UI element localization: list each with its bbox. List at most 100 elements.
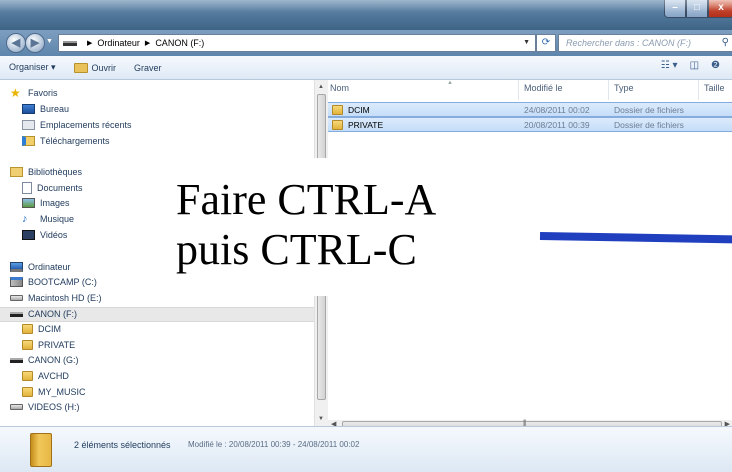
- nav-folder-avchd[interactable]: AVCHD: [22, 371, 69, 381]
- burn-button[interactable]: Graver: [125, 63, 171, 73]
- details-pane: 2 éléments sélectionnés Modifié le : 20/…: [0, 426, 732, 472]
- command-bar: Organiser ▾ Ouvrir Graver ☷ ▾ ◫ ❷: [0, 56, 732, 80]
- refresh-button[interactable]: ⟳: [536, 34, 556, 52]
- computer-icon: [10, 262, 23, 272]
- nav-label: BOOTCAMP (C:): [28, 277, 97, 287]
- breadcrumb-separator-icon: ▶: [144, 40, 151, 47]
- folder-icon: [22, 324, 33, 334]
- sort-ascending-icon: ▲: [447, 80, 453, 86]
- documents-icon: [22, 182, 32, 194]
- back-button[interactable]: ◀: [6, 33, 26, 53]
- star-icon: ★: [10, 86, 21, 100]
- address-bar[interactable]: ▶ Ordinateur ▶ CANON (F:) ▼: [58, 34, 536, 52]
- minimize-button[interactable]: –: [664, 0, 686, 18]
- modified-date: 24/08/2011 00:02: [524, 105, 590, 115]
- nav-libraries[interactable]: Bibliothèques: [10, 167, 82, 177]
- column-divider[interactable]: [698, 80, 699, 100]
- nav-videos[interactable]: Vidéos: [22, 230, 67, 240]
- file-name-cell: PRIVATE: [332, 120, 383, 130]
- column-header-type[interactable]: Type: [614, 83, 634, 93]
- column-divider[interactable]: [518, 80, 519, 100]
- videos-icon: [22, 230, 35, 240]
- file-name-cell: DCIM: [332, 105, 370, 115]
- organize-button[interactable]: Organiser ▾: [0, 62, 65, 73]
- search-icon[interactable]: ⚲: [722, 35, 729, 51]
- libraries-icon: [10, 167, 23, 177]
- column-header-modified[interactable]: Modifié le: [524, 83, 563, 93]
- address-dropdown-icon[interactable]: ▼: [523, 39, 530, 46]
- nav-favorites[interactable]: ★ Favoris: [10, 86, 58, 100]
- nav-label: MY_MUSIC: [38, 387, 86, 397]
- desktop-icon: [22, 104, 35, 114]
- modified-range: Modifié le : 20/08/2011 00:39 - 24/08/20…: [188, 440, 360, 449]
- title-bar: – □ x: [0, 0, 732, 30]
- open-label: Ouvrir: [91, 62, 117, 73]
- nav-label: AVCHD: [38, 371, 69, 381]
- instruction-line-1: Faire CTRL-A: [176, 175, 437, 224]
- column-header-name[interactable]: Nom: [330, 83, 349, 93]
- nav-drive-canon-g[interactable]: CANON (G:): [10, 355, 79, 365]
- scroll-down-icon[interactable]: ▼: [318, 416, 324, 422]
- nav-folder-dcim[interactable]: DCIM: [22, 324, 61, 334]
- drive-icon: [10, 277, 23, 287]
- modified-date: 20/08/2011 00:39: [524, 120, 590, 130]
- nav-drive-canon-f[interactable]: CANON (F:): [10, 309, 77, 319]
- view-options-icon[interactable]: ☷ ▾: [661, 60, 678, 71]
- nav-label: CANON (F:): [28, 309, 77, 319]
- scroll-up-icon[interactable]: ▲: [318, 84, 324, 90]
- nav-desktop[interactable]: Bureau: [22, 104, 69, 114]
- table-row[interactable]: PRIVATE 20/08/2011 00:39 Dossier de fich…: [328, 117, 732, 132]
- preview-pane-icon[interactable]: ◫: [690, 60, 699, 71]
- breadcrumb-item-computer[interactable]: Ordinateur: [97, 38, 140, 48]
- nav-label: Favoris: [28, 88, 58, 98]
- nav-drive-videos-h[interactable]: VIDEOS (H:): [10, 402, 80, 412]
- selection-count: 2 éléments sélectionnés: [74, 440, 171, 450]
- nav-label: CANON (G:): [28, 355, 79, 365]
- nav-documents[interactable]: Documents: [22, 182, 83, 194]
- downloads-icon: [22, 136, 35, 146]
- folder-icon: [22, 340, 33, 350]
- nav-recent-places[interactable]: Emplacements récents: [22, 120, 132, 130]
- folder-icon: [332, 120, 343, 130]
- memory-card-icon: [10, 311, 23, 317]
- breadcrumb-separator-icon: ▶: [87, 40, 93, 47]
- pictures-icon: [22, 198, 35, 208]
- nav-drive-macintosh[interactable]: Macintosh HD (E:): [10, 293, 102, 303]
- nav-folder-my-music[interactable]: MY_MUSIC: [22, 387, 86, 397]
- table-row[interactable]: DCIM 24/08/2011 00:02 Dossier de fichier…: [328, 102, 732, 117]
- maximize-button[interactable]: □: [686, 0, 708, 18]
- nav-music[interactable]: ♪ Musique: [22, 214, 75, 225]
- file-name: DCIM: [348, 105, 370, 115]
- drive-icon: [63, 40, 77, 46]
- nav-downloads[interactable]: Téléchargements: [22, 136, 110, 146]
- nav-folder-private[interactable]: PRIVATE: [22, 340, 75, 350]
- hard-drive-icon: [10, 295, 23, 301]
- nav-label: Macintosh HD (E:): [28, 293, 102, 303]
- help-icon[interactable]: ❷: [711, 60, 720, 71]
- forward-button[interactable]: ▶: [25, 33, 45, 53]
- nav-label: Musique: [40, 214, 75, 224]
- nav-label: VIDEOS (H:): [28, 402, 80, 412]
- nav-label: Bureau: [40, 104, 70, 114]
- nav-label: Ordinateur: [28, 262, 71, 272]
- file-type: Dossier de fichiers: [614, 120, 684, 130]
- open-button[interactable]: Ouvrir: [65, 62, 126, 73]
- nav-label: PRIVATE: [38, 340, 76, 350]
- nav-label: Documents: [37, 183, 83, 193]
- column-header-size[interactable]: Taille: [704, 83, 725, 93]
- folder-icon: [22, 371, 33, 381]
- breadcrumb-item-canon-f[interactable]: CANON (F:): [155, 38, 204, 48]
- nav-label: Vidéos: [40, 230, 68, 240]
- search-placeholder: Rechercher dans : CANON (F:): [566, 38, 692, 48]
- nav-computer[interactable]: Ordinateur: [10, 262, 71, 272]
- history-dropdown-icon[interactable]: ▼: [46, 38, 53, 45]
- folder-icon: [332, 105, 343, 115]
- search-input[interactable]: Rechercher dans : CANON (F:) ⚲: [558, 34, 732, 52]
- column-divider[interactable]: [608, 80, 609, 100]
- close-button[interactable]: x: [708, 0, 732, 18]
- nav-label: Images: [40, 198, 70, 208]
- nav-label: Emplacements récents: [40, 120, 132, 130]
- nav-pictures[interactable]: Images: [22, 198, 70, 208]
- nav-drive-bootcamp[interactable]: BOOTCAMP (C:): [10, 277, 97, 287]
- recent-places-icon: [22, 120, 35, 130]
